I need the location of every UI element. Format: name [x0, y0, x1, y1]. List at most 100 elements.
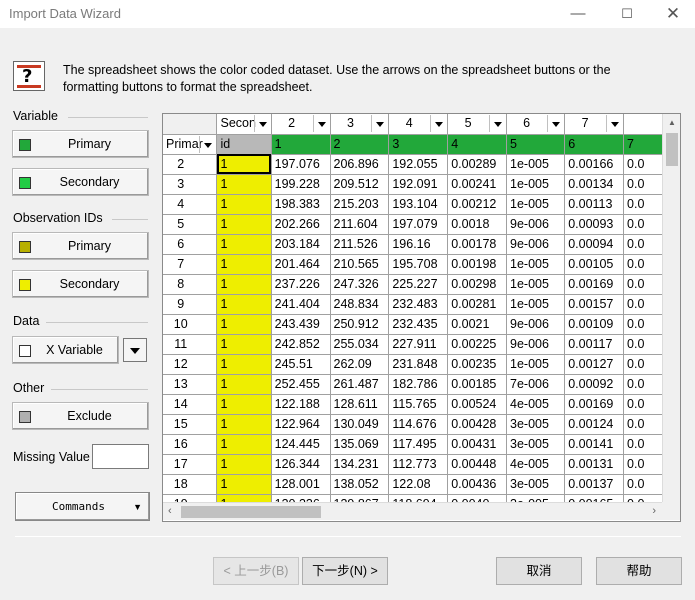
data-cell[interactable]: 247.326	[330, 274, 390, 295]
variable-name-cell[interactable]: 5	[506, 134, 566, 155]
dropdown-arrow-icon[interactable]	[430, 115, 446, 132]
row-format-dropdown[interactable]: 8	[163, 274, 218, 295]
observation-id-cell[interactable]: 1	[216, 374, 272, 395]
data-cell[interactable]: 9e-006	[506, 214, 566, 235]
data-cell[interactable]: 126.344	[271, 454, 331, 475]
row-format-dropdown[interactable]: 6	[163, 234, 218, 255]
data-cell[interactable]: 0.00134	[564, 174, 625, 195]
row-format-dropdown[interactable]: Primar	[163, 134, 218, 155]
data-cell[interactable]: 0.00094	[564, 234, 625, 255]
data-cell[interactable]: 0.00524	[447, 394, 508, 415]
row-format-dropdown[interactable]: 3	[163, 174, 218, 195]
data-cell[interactable]: 0.00281	[447, 294, 508, 315]
missing-value-input[interactable]	[92, 444, 149, 469]
data-cell[interactable]: 0.00178	[447, 234, 508, 255]
column-format-dropdown[interactable]: 3	[330, 114, 390, 135]
row-format-dropdown[interactable]: 15	[163, 414, 218, 435]
variable-name-cell[interactable]: 2	[330, 134, 390, 155]
row-format-dropdown[interactable]: 11	[163, 334, 218, 355]
data-cell[interactable]: 9e-006	[506, 314, 566, 335]
data-cell[interactable]: 0.00105	[564, 254, 625, 275]
horizontal-scroll-thumb[interactable]	[181, 506, 321, 518]
back-button[interactable]: < 上一步(B)	[213, 557, 299, 585]
data-cell[interactable]: 0.00117	[564, 334, 625, 355]
data-cell[interactable]: 135.069	[330, 434, 390, 455]
observation-id-cell[interactable]: 1	[216, 174, 272, 195]
data-cell[interactable]: 0.00185	[447, 374, 508, 395]
data-cell[interactable]: 1e-005	[506, 194, 566, 215]
data-cell[interactable]: 196.16	[388, 234, 449, 255]
data-cell[interactable]: 138.052	[330, 474, 390, 495]
data-cell[interactable]: 112.773	[388, 454, 449, 475]
data-cell[interactable]: 243.439	[271, 314, 331, 335]
observation-id-cell[interactable]: 1	[216, 274, 272, 295]
data-cell[interactable]: 3e-005	[506, 434, 566, 455]
primary-obs-id-button[interactable]: Primary	[12, 232, 149, 260]
data-cell[interactable]: 134.231	[330, 454, 390, 475]
data-cell[interactable]: 182.786	[388, 374, 449, 395]
data-cell[interactable]: 0.00235	[447, 354, 508, 375]
row-format-dropdown[interactable]: 16	[163, 434, 218, 455]
data-cell[interactable]: 0.0018	[447, 214, 508, 235]
column-format-dropdown[interactable]: 6	[506, 114, 566, 135]
data-cell[interactable]: 0.00157	[564, 294, 625, 315]
data-cell[interactable]: 0.00113	[564, 194, 625, 215]
observation-id-cell[interactable]: 1	[216, 414, 272, 435]
data-cell[interactable]: 242.852	[271, 334, 331, 355]
variable-name-cell[interactable]: 6	[564, 134, 625, 155]
observation-id-cell[interactable]: 1	[216, 154, 272, 175]
row-format-dropdown[interactable]: 18	[163, 474, 218, 495]
data-cell[interactable]: 201.464	[271, 254, 331, 275]
observation-id-cell[interactable]: 1	[216, 254, 272, 275]
x-variable-button[interactable]: X Variable	[12, 336, 119, 364]
data-cell[interactable]: 192.055	[388, 154, 449, 175]
vertical-scroll-thumb[interactable]	[666, 133, 678, 166]
data-cell[interactable]: 0.00289	[447, 154, 508, 175]
observation-id-cell[interactable]: 1	[216, 194, 272, 215]
variable-name-cell[interactable]: 4	[447, 134, 508, 155]
row-format-dropdown[interactable]: 12	[163, 354, 218, 375]
data-cell[interactable]: 0.00169	[564, 274, 625, 295]
data-cell[interactable]: 231.848	[388, 354, 449, 375]
data-cell[interactable]: 262.09	[330, 354, 390, 375]
data-cell[interactable]: 0.00092	[564, 374, 625, 395]
data-cell[interactable]: 232.435	[388, 314, 449, 335]
data-cell[interactable]: 0.00109	[564, 314, 625, 335]
commands-button[interactable]: Commands ▼	[15, 492, 150, 521]
data-cell[interactable]: 202.266	[271, 214, 331, 235]
row-format-dropdown[interactable]: 2	[163, 154, 218, 175]
vertical-scrollbar[interactable]: ▲	[662, 114, 680, 502]
cancel-button[interactable]: 取消	[496, 557, 582, 585]
data-cell[interactable]: 193.104	[388, 194, 449, 215]
data-cell[interactable]: 1e-005	[506, 254, 566, 275]
help-button[interactable]: 帮助	[596, 557, 682, 585]
data-cell[interactable]: 198.383	[271, 194, 331, 215]
primary-variable-button[interactable]: Primary	[12, 130, 149, 158]
maximize-button[interactable]: ☐	[604, 0, 650, 28]
data-cell[interactable]: 7e-006	[506, 374, 566, 395]
data-cell[interactable]: 124.445	[271, 434, 331, 455]
data-cell[interactable]: 211.526	[330, 234, 390, 255]
data-cell[interactable]: 3e-005	[506, 414, 566, 435]
data-cell[interactable]: 209.512	[330, 174, 390, 195]
data-cell[interactable]: 0.0021	[447, 314, 508, 335]
data-cell[interactable]: 1e-005	[506, 174, 566, 195]
data-cell[interactable]: 0.00131	[564, 454, 625, 475]
data-cell[interactable]: 128.611	[330, 394, 390, 415]
row-format-dropdown[interactable]: 7	[163, 254, 218, 275]
data-cell[interactable]: 197.079	[388, 214, 449, 235]
data-cell[interactable]: 0.00141	[564, 434, 625, 455]
row-format-dropdown[interactable]: 5	[163, 214, 218, 235]
data-cell[interactable]: 0.00124	[564, 414, 625, 435]
column-format-dropdown[interactable]: 5	[447, 114, 508, 135]
data-cell[interactable]: 1e-005	[506, 294, 566, 315]
data-cell[interactable]: 0.00137	[564, 474, 625, 495]
variable-name-cell[interactable]: id	[216, 134, 272, 155]
data-cell[interactable]: 0.00225	[447, 334, 508, 355]
dropdown-arrow-icon[interactable]	[312, 115, 329, 132]
data-cell[interactable]: 0.00428	[447, 414, 508, 435]
data-cell[interactable]: 0.00431	[447, 434, 508, 455]
x-variable-dropdown-button[interactable]	[123, 338, 147, 362]
close-button[interactable]: ✕	[650, 0, 695, 28]
data-cell[interactable]: 0.00198	[447, 254, 508, 275]
